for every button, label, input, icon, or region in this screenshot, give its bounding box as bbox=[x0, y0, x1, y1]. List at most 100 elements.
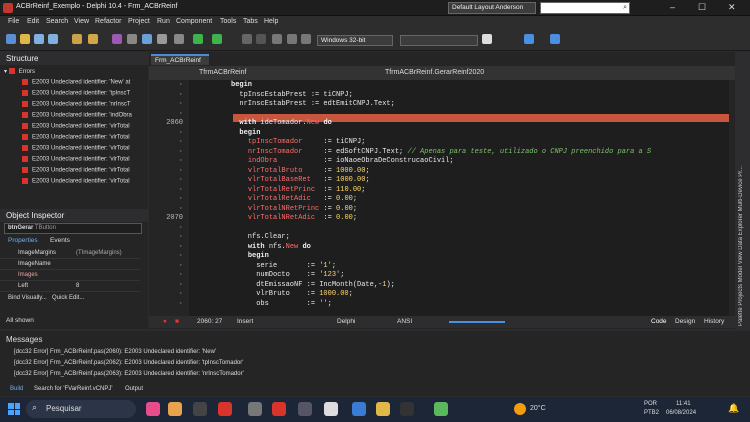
notifications-icon[interactable]: 🔔 bbox=[728, 403, 739, 414]
back-icon[interactable] bbox=[524, 34, 534, 44]
menu-edit[interactable]: Edit bbox=[27, 18, 39, 25]
rad-studio-icon[interactable] bbox=[272, 402, 286, 416]
code-line[interactable]: nrInscTomador := edSoftCNPJ.Text; // Ape… bbox=[231, 148, 651, 158]
bind-visually-link[interactable]: Bind Visually... bbox=[8, 295, 47, 301]
app-icon[interactable] bbox=[298, 402, 312, 416]
code-line[interactable]: begin bbox=[231, 252, 269, 262]
code-line[interactable]: nfs.Clear; bbox=[231, 233, 290, 243]
tree-error-item[interactable]: E2003 Undeclared identifier: 'nrInscT bbox=[22, 101, 152, 110]
chrome-icon[interactable] bbox=[352, 402, 366, 416]
code-line[interactable]: dtEmissaoNF := IncMonth(Date,-1); bbox=[231, 281, 395, 291]
run-to-cursor-icon[interactable] bbox=[301, 34, 311, 44]
add-file-icon[interactable] bbox=[88, 34, 98, 44]
menu-tools[interactable]: Tools bbox=[220, 18, 236, 25]
stop-record-icon[interactable]: ■ bbox=[175, 318, 179, 325]
language-indicator[interactable]: POR bbox=[644, 401, 657, 407]
tree-error-item[interactable]: E2003 Undeclared identifier: 'vlrTotal bbox=[22, 134, 152, 143]
tree-error-item[interactable]: E2003 Undeclared identifier: 'vlrTotal bbox=[22, 167, 152, 176]
stop-icon[interactable] bbox=[256, 34, 266, 44]
code-line[interactable]: vlrTotalBruto := 1000.00; bbox=[231, 167, 370, 177]
close-icon[interactable]: ✕ bbox=[728, 2, 736, 13]
terminal-icon[interactable] bbox=[400, 402, 414, 416]
tree-error-item[interactable]: E2003 Undeclared identifier: 'vlrTotal bbox=[22, 178, 152, 187]
code-line[interactable]: numDocto := '123'; bbox=[231, 271, 344, 281]
code-line[interactable]: vlrBruto := 1000.00; bbox=[231, 290, 353, 300]
start-icon[interactable] bbox=[8, 403, 20, 415]
tree-error-item[interactable]: E2003 Undeclared identifier: 'vlrTotal bbox=[22, 145, 152, 154]
code-line[interactable]: begin bbox=[231, 81, 252, 91]
file-explorer-icon[interactable] bbox=[376, 402, 390, 416]
weather-icon[interactable] bbox=[514, 403, 526, 415]
quick-edit-link[interactable]: Quick Edit... bbox=[52, 295, 84, 301]
code-line[interactable]: obs := ''; bbox=[231, 300, 332, 310]
message-item[interactable]: [dcc32 Error] Frm_ACBrReinf.pas(2060): E… bbox=[14, 349, 216, 355]
code-line[interactable]: tpInscTomador := tiCNPJ; bbox=[231, 138, 366, 148]
code-line[interactable]: with nfs.New do bbox=[231, 243, 311, 253]
forward-icon[interactable] bbox=[550, 34, 560, 44]
property-row[interactable]: Left 8 bbox=[0, 281, 140, 292]
layout-select[interactable]: Default Layout Anderson bbox=[448, 2, 536, 14]
menu-search[interactable]: Search bbox=[46, 18, 68, 25]
taskbar-search[interactable]: ⌕ Pesquisar bbox=[26, 400, 136, 418]
toggle-form-icon[interactable] bbox=[127, 34, 137, 44]
clock-date[interactable]: 06/08/2024 bbox=[666, 410, 696, 416]
trace-into-icon[interactable] bbox=[287, 34, 297, 44]
code-line[interactable]: vlrTotalNRetPrinc := 0.00; bbox=[231, 205, 357, 215]
keyboard-indicator[interactable]: PTB2 bbox=[644, 410, 659, 416]
widgets-icon[interactable] bbox=[146, 402, 160, 416]
delphi-taskbar-icon[interactable] bbox=[218, 402, 232, 416]
task-view-icon[interactable] bbox=[193, 402, 207, 416]
breakpoint-icon[interactable]: ● bbox=[163, 318, 167, 325]
tree-error-item[interactable]: E2003 Undeclared identifier: 'vlrTotal bbox=[22, 156, 152, 165]
tree-error-item[interactable]: E2003 Undeclared identifier: 'tpInscT bbox=[22, 90, 152, 99]
zoom-slider[interactable] bbox=[449, 321, 505, 323]
minimize-icon[interactable]: – bbox=[670, 2, 675, 12]
tab-search-results[interactable]: Search for 'FVarReinf.vCNPJ' bbox=[34, 386, 113, 392]
menu-tabs[interactable]: Tabs bbox=[243, 18, 258, 25]
menu-refactor[interactable]: Refactor bbox=[95, 18, 121, 25]
menu-view[interactable]: View bbox=[74, 18, 89, 25]
property-row[interactable]: ImageName bbox=[0, 259, 140, 270]
component-icon[interactable] bbox=[112, 34, 122, 44]
component-select[interactable]: btnGerar TButton bbox=[4, 223, 142, 234]
menu-project[interactable]: Project bbox=[128, 18, 150, 25]
app-icon[interactable] bbox=[324, 402, 338, 416]
options-icon[interactable] bbox=[157, 34, 167, 44]
widgets2-icon[interactable] bbox=[168, 402, 182, 416]
view-history-tab[interactable]: History bbox=[704, 318, 724, 325]
menu-help[interactable]: Help bbox=[264, 18, 278, 25]
message-item[interactable]: [dcc32 Error] Frm_ACBrReinf.pas(2063): E… bbox=[14, 371, 244, 377]
view-code-tab[interactable]: Code bbox=[651, 318, 667, 325]
tab-frm-acbrreinf[interactable]: Frm_ACBrReinf bbox=[151, 54, 209, 65]
code-line[interactable]: indObra := ioNaoeObraDeConstrucaoCivil; bbox=[231, 157, 454, 167]
tree-error-item[interactable]: E2003 Undeclared identifier: 'New' at bbox=[22, 79, 152, 88]
menu-run[interactable]: Run bbox=[157, 18, 170, 25]
layout-icon[interactable] bbox=[174, 34, 184, 44]
tab-output[interactable]: Output bbox=[125, 386, 143, 392]
message-item[interactable]: [dcc32 Error] Frm_ACBrReinf.pas(2062): E… bbox=[14, 360, 243, 366]
class-combo[interactable]: TfrmACBrReinf bbox=[199, 69, 246, 76]
view-design-tab[interactable]: Design bbox=[675, 318, 695, 325]
tab-events[interactable]: Events bbox=[50, 237, 70, 244]
tree-error-item[interactable]: E2003 Undeclared identifier: 'vlrTotal bbox=[22, 123, 152, 132]
target-platform-select[interactable]: Windows 32-bit bbox=[317, 35, 393, 46]
open-icon[interactable] bbox=[20, 34, 30, 44]
device-icon[interactable] bbox=[482, 34, 492, 44]
run-without-debug-icon[interactable] bbox=[212, 34, 222, 44]
code-line[interactable]: vlrTotalRetAdic := 0.00; bbox=[231, 195, 357, 205]
code-line[interactable]: vlrTotalRetPrinc := 110.00; bbox=[231, 186, 366, 196]
run-icon[interactable] bbox=[193, 34, 203, 44]
maximize-icon[interactable]: ☐ bbox=[698, 2, 706, 13]
tab-properties[interactable]: Properties bbox=[8, 237, 38, 244]
app-icon[interactable] bbox=[248, 402, 262, 416]
code-line[interactable]: nrInscEstabPrest := edtEmitCNPJ.Text; bbox=[231, 100, 394, 110]
tree-root-errors[interactable]: ▾ Errors bbox=[4, 68, 134, 77]
code-line[interactable]: vlrTotalNRetAdic := 0.00; bbox=[231, 214, 357, 224]
tree-error-item[interactable]: E2003 Undeclared identifier: 'indObra bbox=[22, 112, 152, 121]
ide-search-input[interactable]: ⌕ bbox=[540, 2, 630, 14]
pause-icon[interactable] bbox=[242, 34, 252, 44]
property-row[interactable]: Images bbox=[0, 270, 140, 281]
code-area[interactable]: begin tpInscEstabPrest := tiCNPJ; nrInsc… bbox=[189, 80, 729, 316]
save-all-icon[interactable] bbox=[48, 34, 58, 44]
build-configuration-select[interactable] bbox=[400, 35, 478, 46]
